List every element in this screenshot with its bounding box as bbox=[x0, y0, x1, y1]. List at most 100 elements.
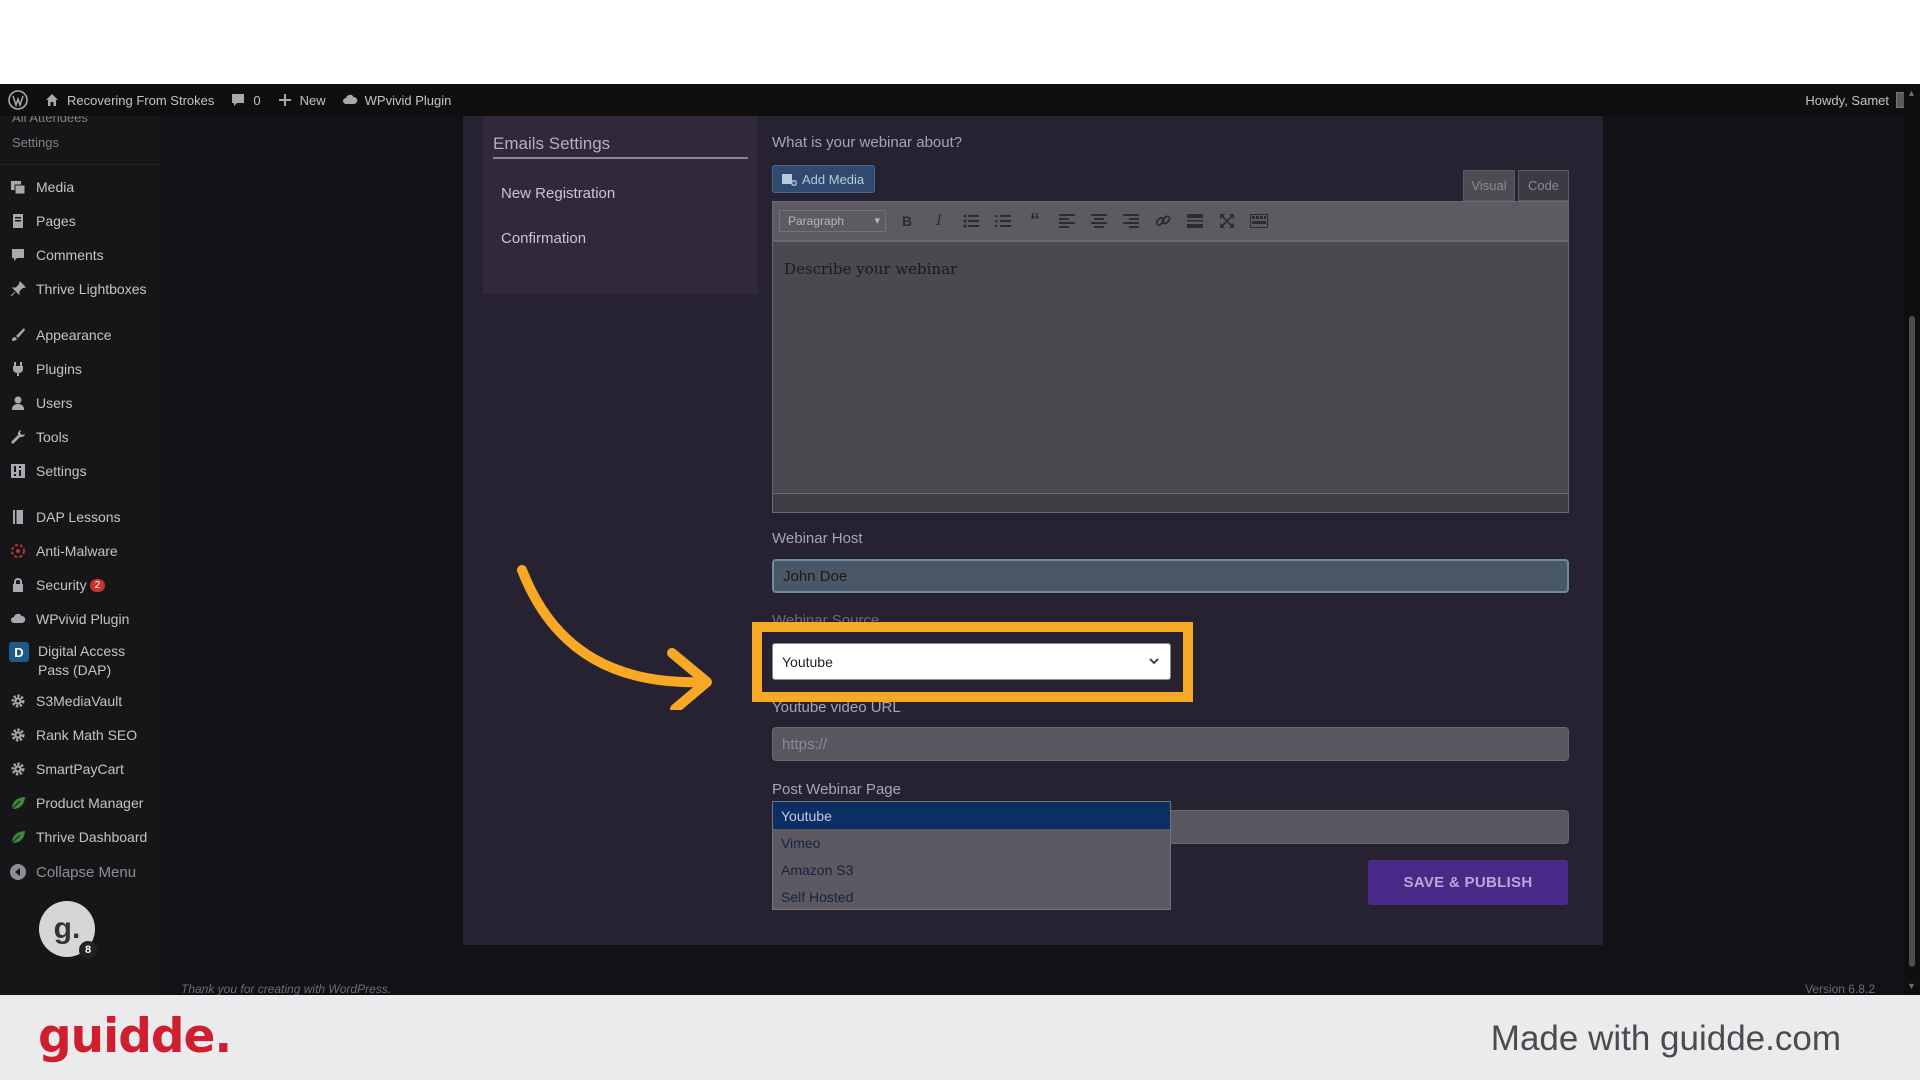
sidebar-faded-settings[interactable]: Settings bbox=[12, 135, 59, 150]
dap-icon: D bbox=[9, 642, 29, 662]
footer-thanks: Thank you for creating with WordPress. bbox=[181, 982, 392, 996]
add-media-button[interactable]: Add Media bbox=[772, 165, 875, 193]
brush-icon bbox=[9, 326, 27, 344]
gear-icon bbox=[9, 692, 27, 710]
gear-icon bbox=[9, 726, 27, 744]
sidebar-item-security[interactable]: Security 2 bbox=[0, 570, 160, 600]
sidebar-item-label: SmartPayCart bbox=[36, 761, 124, 777]
pointer-arrow-icon bbox=[517, 565, 712, 710]
scroll-down-icon[interactable]: ▼ bbox=[1907, 981, 1916, 991]
bullet-list-icon[interactable] bbox=[958, 208, 984, 234]
sidebar-item-label: Digital Access Pass (DAP) bbox=[38, 643, 126, 678]
guidde-footer-bar: guidde. Made with guidde.com bbox=[0, 995, 1920, 1080]
sidebar-item-label: Media bbox=[36, 179, 75, 195]
home-icon bbox=[46, 94, 58, 106]
option-amazon-s3[interactable]: Amazon S3 bbox=[773, 856, 1170, 883]
admin-sidebar: All Attendees Settings Media Pages Comment… bbox=[0, 116, 160, 995]
sidebar-faded-item[interactable]: All Attendees bbox=[12, 116, 88, 125]
collapse-menu-button[interactable]: Collapse Menu bbox=[9, 863, 136, 881]
media-icon bbox=[9, 178, 27, 196]
collapse-arrow-icon bbox=[10, 864, 26, 880]
lock-icon bbox=[9, 576, 27, 594]
toolbar-toggle-icon[interactable] bbox=[1246, 208, 1272, 234]
post-webinar-page-label: Post Webinar Page bbox=[772, 781, 901, 798]
sidebar-item-label: Users bbox=[36, 395, 73, 411]
sidebar-item-label: Product Manager bbox=[36, 795, 144, 811]
sidebar-item-label: Settings bbox=[36, 463, 87, 479]
option-vimeo[interactable]: Vimeo bbox=[773, 829, 1170, 856]
plug-icon bbox=[9, 360, 27, 378]
my-account-link[interactable]: Howdy, Samet bbox=[1797, 84, 1920, 116]
comments-link[interactable]: 0 bbox=[222, 84, 268, 116]
wpvivid-label: WPvivid Plugin bbox=[364, 92, 452, 108]
align-right-icon[interactable] bbox=[1118, 208, 1144, 234]
leaf-icon bbox=[9, 794, 27, 812]
made-with-guidde-text: Made with guidde.com bbox=[1490, 1019, 1841, 1058]
sidebar-item-settings[interactable]: Settings bbox=[0, 456, 160, 486]
new-label: New bbox=[299, 92, 326, 108]
fullscreen-icon[interactable] bbox=[1214, 208, 1240, 234]
webinar-host-label: Webinar Host bbox=[772, 530, 863, 547]
gear-icon bbox=[9, 760, 27, 778]
sidebar-item-label: Appearance bbox=[36, 327, 112, 343]
sidebar-item-thrive-lightboxes[interactable]: Thrive Lightboxes bbox=[0, 274, 160, 304]
pages-icon bbox=[9, 212, 27, 230]
new-registration-link[interactable]: New Registration bbox=[501, 185, 615, 202]
sidebar-item-media[interactable]: Media bbox=[0, 172, 160, 202]
avatar-count-badge: 8 bbox=[79, 941, 97, 959]
tab-visual[interactable]: Visual bbox=[1463, 170, 1515, 201]
link-icon[interactable] bbox=[1150, 208, 1176, 234]
sidebar-item-tools[interactable]: Tools bbox=[0, 422, 160, 452]
editor-toolbar: Paragraph B I “ bbox=[772, 201, 1569, 241]
comments-icon bbox=[9, 246, 27, 264]
align-center-icon[interactable] bbox=[1086, 208, 1112, 234]
about-label: What is your webinar about? bbox=[772, 134, 963, 151]
tab-code[interactable]: Code bbox=[1518, 170, 1569, 201]
sidebar-item-comments[interactable]: Comments bbox=[0, 240, 160, 270]
sidebar-item-label: Comments bbox=[36, 247, 104, 263]
page-scrollbar[interactable]: ▲ ▼ bbox=[1904, 84, 1920, 995]
webinar-host-input[interactable]: John Doe bbox=[772, 559, 1569, 593]
confirmation-link[interactable]: Confirmation bbox=[501, 230, 586, 247]
bold-icon[interactable]: B bbox=[894, 208, 920, 234]
new-content-link[interactable]: New bbox=[269, 84, 334, 116]
youtube-url-input[interactable]: https:// bbox=[772, 727, 1569, 761]
sidebar-item-dap-lessons[interactable]: DAP Lessons bbox=[0, 502, 160, 532]
sidebar-item-s3mediavault[interactable]: S3MediaVault bbox=[0, 686, 160, 716]
sidebar-item-wpvivid-plugin[interactable]: WPvivid Plugin bbox=[0, 604, 160, 634]
numbered-list-icon[interactable] bbox=[990, 208, 1016, 234]
save-publish-button[interactable]: SAVE & PUBLISH bbox=[1368, 860, 1568, 905]
comments-count: 0 bbox=[253, 92, 261, 108]
sidebar-item-plugins[interactable]: Plugins bbox=[0, 354, 160, 384]
sidebar-item-rank-math-seo[interactable]: Rank Math SEO bbox=[0, 720, 160, 750]
scroll-up-icon[interactable]: ▲ bbox=[1907, 88, 1916, 98]
shield-icon bbox=[9, 542, 27, 560]
align-left-icon[interactable] bbox=[1054, 208, 1080, 234]
wpvivid-admin-link[interactable]: WPvivid Plugin bbox=[334, 84, 460, 116]
option-self-hosted[interactable]: Self Hosted bbox=[773, 883, 1170, 910]
sidebar-item-thrive-dashboard[interactable]: Thrive Dashboard bbox=[0, 822, 160, 852]
italic-icon[interactable]: I bbox=[926, 208, 952, 234]
cloud-icon bbox=[9, 610, 27, 628]
sidebar-item-pages[interactable]: Pages bbox=[0, 206, 160, 236]
sidebar-item-appearance[interactable]: Appearance bbox=[0, 320, 160, 350]
option-youtube[interactable]: Youtube bbox=[773, 802, 1170, 829]
pin-icon bbox=[9, 280, 27, 298]
sidebar-item-smartpaycart[interactable]: SmartPayCart bbox=[0, 754, 160, 784]
blockquote-icon[interactable]: “ bbox=[1022, 208, 1048, 234]
paragraph-format-select[interactable]: Paragraph bbox=[779, 210, 886, 232]
sidebar-item-label: Security bbox=[36, 577, 87, 593]
editor-resize-bar[interactable] bbox=[772, 493, 1569, 513]
read-more-icon[interactable] bbox=[1182, 208, 1208, 234]
sidebar-item-product-manager[interactable]: Product Manager bbox=[0, 788, 160, 818]
user-icon bbox=[9, 394, 27, 412]
sidebar-item-digital-access-pass-dap[interactable]: D Digital Access Pass (DAP) bbox=[0, 638, 160, 682]
webinar-description-editor[interactable]: Describe your webinar bbox=[772, 241, 1569, 511]
sidebar-item-anti-malware[interactable]: Anti-Malware bbox=[0, 536, 160, 566]
scroll-thumb[interactable] bbox=[1909, 316, 1915, 967]
site-name-link[interactable]: Recovering From Strokes bbox=[36, 84, 222, 116]
wordpress-logo-icon[interactable] bbox=[0, 84, 36, 116]
guidde-avatar[interactable]: g. 8 bbox=[39, 901, 97, 959]
webinar-source-select[interactable]: Youtube bbox=[772, 643, 1171, 680]
sidebar-item-users[interactable]: Users bbox=[0, 388, 160, 418]
